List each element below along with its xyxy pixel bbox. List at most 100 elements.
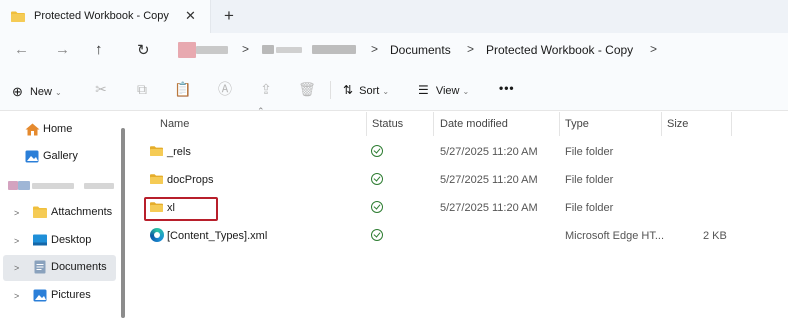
tab-title: Protected Workbook - Copy (34, 10, 169, 22)
pictures-icon (33, 289, 47, 302)
new-icon: ⊕ (12, 84, 23, 99)
file-list: Name ⌃ Status Date modified Type Size _r… (131, 106, 788, 322)
cut-icon[interactable]: ✂ (92, 80, 110, 98)
file-name: docProps (167, 174, 214, 186)
sync-ok-icon (371, 173, 383, 185)
sidebar-item-label: Attachments (51, 206, 113, 218)
redacted-folder-label-2[interactable] (312, 45, 356, 54)
column-header-date-modified[interactable]: Date modified (440, 118, 508, 130)
breadcrumb-separator: > (242, 42, 250, 56)
tab-protected-workbook[interactable]: Protected Workbook - Copy ✕ (0, 0, 211, 33)
redacted-location-label[interactable] (196, 46, 228, 54)
up-button[interactable]: ↑ (95, 41, 103, 58)
chevron-down-icon: ⌄ (382, 87, 390, 96)
column-header-type[interactable]: Type (565, 118, 589, 130)
sidebar-item-label: Pictures (51, 289, 91, 301)
file-date: 5/27/2025 11:20 AM (440, 174, 538, 186)
redacted-label (84, 183, 114, 189)
back-button[interactable]: ← (14, 41, 29, 58)
file-name: _rels (167, 146, 191, 158)
more-options-button[interactable]: ••• (499, 81, 515, 95)
delete-icon[interactable]: 🗑 (298, 80, 316, 98)
sidebar-item-label: Documents (51, 261, 107, 273)
column-divider[interactable] (433, 112, 434, 136)
refresh-button[interactable]: ↻ (137, 41, 150, 59)
file-row-docprops[interactable]: docProps 5/27/2025 11:20 AM File folder (131, 166, 788, 194)
chevron-right-icon[interactable]: > (14, 236, 19, 246)
pane-splitter[interactable] (121, 128, 125, 318)
navigation-pane: Home Gallery > Attachments > Desktop > D… (0, 112, 120, 322)
file-type: File folder (565, 146, 614, 158)
chevron-down-icon: ⌄ (462, 87, 470, 96)
column-header-status[interactable]: Status (372, 118, 403, 130)
file-type: File folder (565, 174, 614, 186)
breadcrumb-protected-workbook[interactable]: Protected Workbook - Copy (486, 43, 633, 57)
file-row-content-types[interactable]: [Content_Types].xml Microsoft Edge HT...… (131, 222, 788, 250)
sort-label: Sort (359, 85, 380, 97)
column-headers: Name ⌃ Status Date modified Type Size (131, 106, 788, 136)
column-header-name[interactable]: Name (160, 118, 189, 130)
rename-icon[interactable]: Ⓐ (216, 80, 234, 98)
new-label: New (29, 86, 52, 98)
file-size: 2 KB (703, 230, 727, 242)
view-label: View (435, 85, 460, 97)
sidebar-item-gallery[interactable]: Gallery (0, 144, 118, 170)
command-bar: ⊕ New ⌄ ✂ ⧉ 📋 Ⓐ ⇪ 🗑 ⇅ Sort ⌄ ☰ View ⌄ ••• (0, 69, 788, 111)
home-icon (25, 123, 40, 136)
redacted-icon (18, 181, 30, 190)
sidebar-item-label: Gallery (43, 150, 78, 162)
sidebar-item-pictures[interactable]: > Pictures (0, 283, 118, 309)
sort-icon: ⇅ (343, 83, 354, 97)
folder-icon (33, 206, 47, 218)
chevron-down-icon: ⌄ (54, 88, 62, 97)
sort-button[interactable]: ⇅ Sort ⌄ (343, 83, 389, 97)
view-icon: ☰ (418, 83, 429, 97)
documents-icon (34, 260, 46, 274)
close-tab-button[interactable]: ✕ (185, 8, 196, 24)
forward-button[interactable]: → (55, 41, 70, 58)
column-divider[interactable] (559, 112, 560, 136)
sidebar-item-home[interactable]: Home (0, 117, 118, 143)
sidebar-item-documents[interactable]: > Documents (3, 255, 116, 281)
redacted-label (32, 183, 74, 189)
highlight-annotation (144, 197, 218, 221)
sidebar-item-attachments[interactable]: > Attachments (0, 200, 118, 226)
file-row-rels[interactable]: _rels 5/27/2025 11:20 AM File folder (131, 138, 788, 166)
tab-bar: Protected Workbook - Copy ✕ + (0, 0, 788, 33)
sync-ok-icon (371, 145, 383, 157)
sidebar-item-label: Desktop (51, 234, 92, 246)
file-type: File folder (565, 202, 614, 214)
column-divider[interactable] (731, 112, 732, 136)
breadcrumb-documents[interactable]: Documents (390, 43, 451, 57)
file-type: Microsoft Edge HT... (565, 230, 665, 242)
sort-ascending-icon: ⌃ (257, 106, 265, 116)
desktop-icon (33, 234, 47, 246)
new-tab-button[interactable]: + (224, 6, 234, 26)
chevron-right-icon[interactable]: > (14, 291, 19, 301)
sidebar-item-desktop[interactable]: > Desktop (0, 228, 118, 254)
chevron-right-icon[interactable]: > (14, 208, 19, 218)
toolbar-divider (330, 81, 331, 99)
file-date: 5/27/2025 11:20 AM (440, 202, 538, 214)
paste-icon[interactable]: 📋 (174, 80, 192, 98)
folder-icon (150, 174, 163, 184)
breadcrumb-separator: > (371, 42, 379, 56)
address-row: ← → ↑ ↻ > > Documents > Protected Workbo… (0, 33, 788, 69)
sync-ok-icon (371, 229, 383, 241)
sidebar-item-redacted[interactable] (0, 172, 118, 198)
redacted-folder-label-1[interactable] (276, 47, 302, 53)
chevron-right-icon[interactable]: > (14, 263, 19, 273)
breadcrumb-separator: > (650, 42, 658, 56)
column-divider[interactable] (661, 112, 662, 136)
gallery-icon (25, 150, 39, 163)
copy-icon[interactable]: ⧉ (133, 80, 151, 98)
folder-icon (11, 11, 25, 22)
view-button[interactable]: ☰ View ⌄ (418, 83, 469, 97)
file-row-xl[interactable]: xl 5/27/2025 11:20 AM File folder (131, 194, 788, 222)
column-divider[interactable] (366, 112, 367, 136)
share-icon[interactable]: ⇪ (257, 80, 275, 98)
new-button[interactable]: ⊕ New ⌄ (12, 83, 62, 99)
breadcrumb-separator: > (467, 42, 475, 56)
file-name: [Content_Types].xml (167, 230, 268, 242)
column-header-size[interactable]: Size (667, 118, 688, 130)
